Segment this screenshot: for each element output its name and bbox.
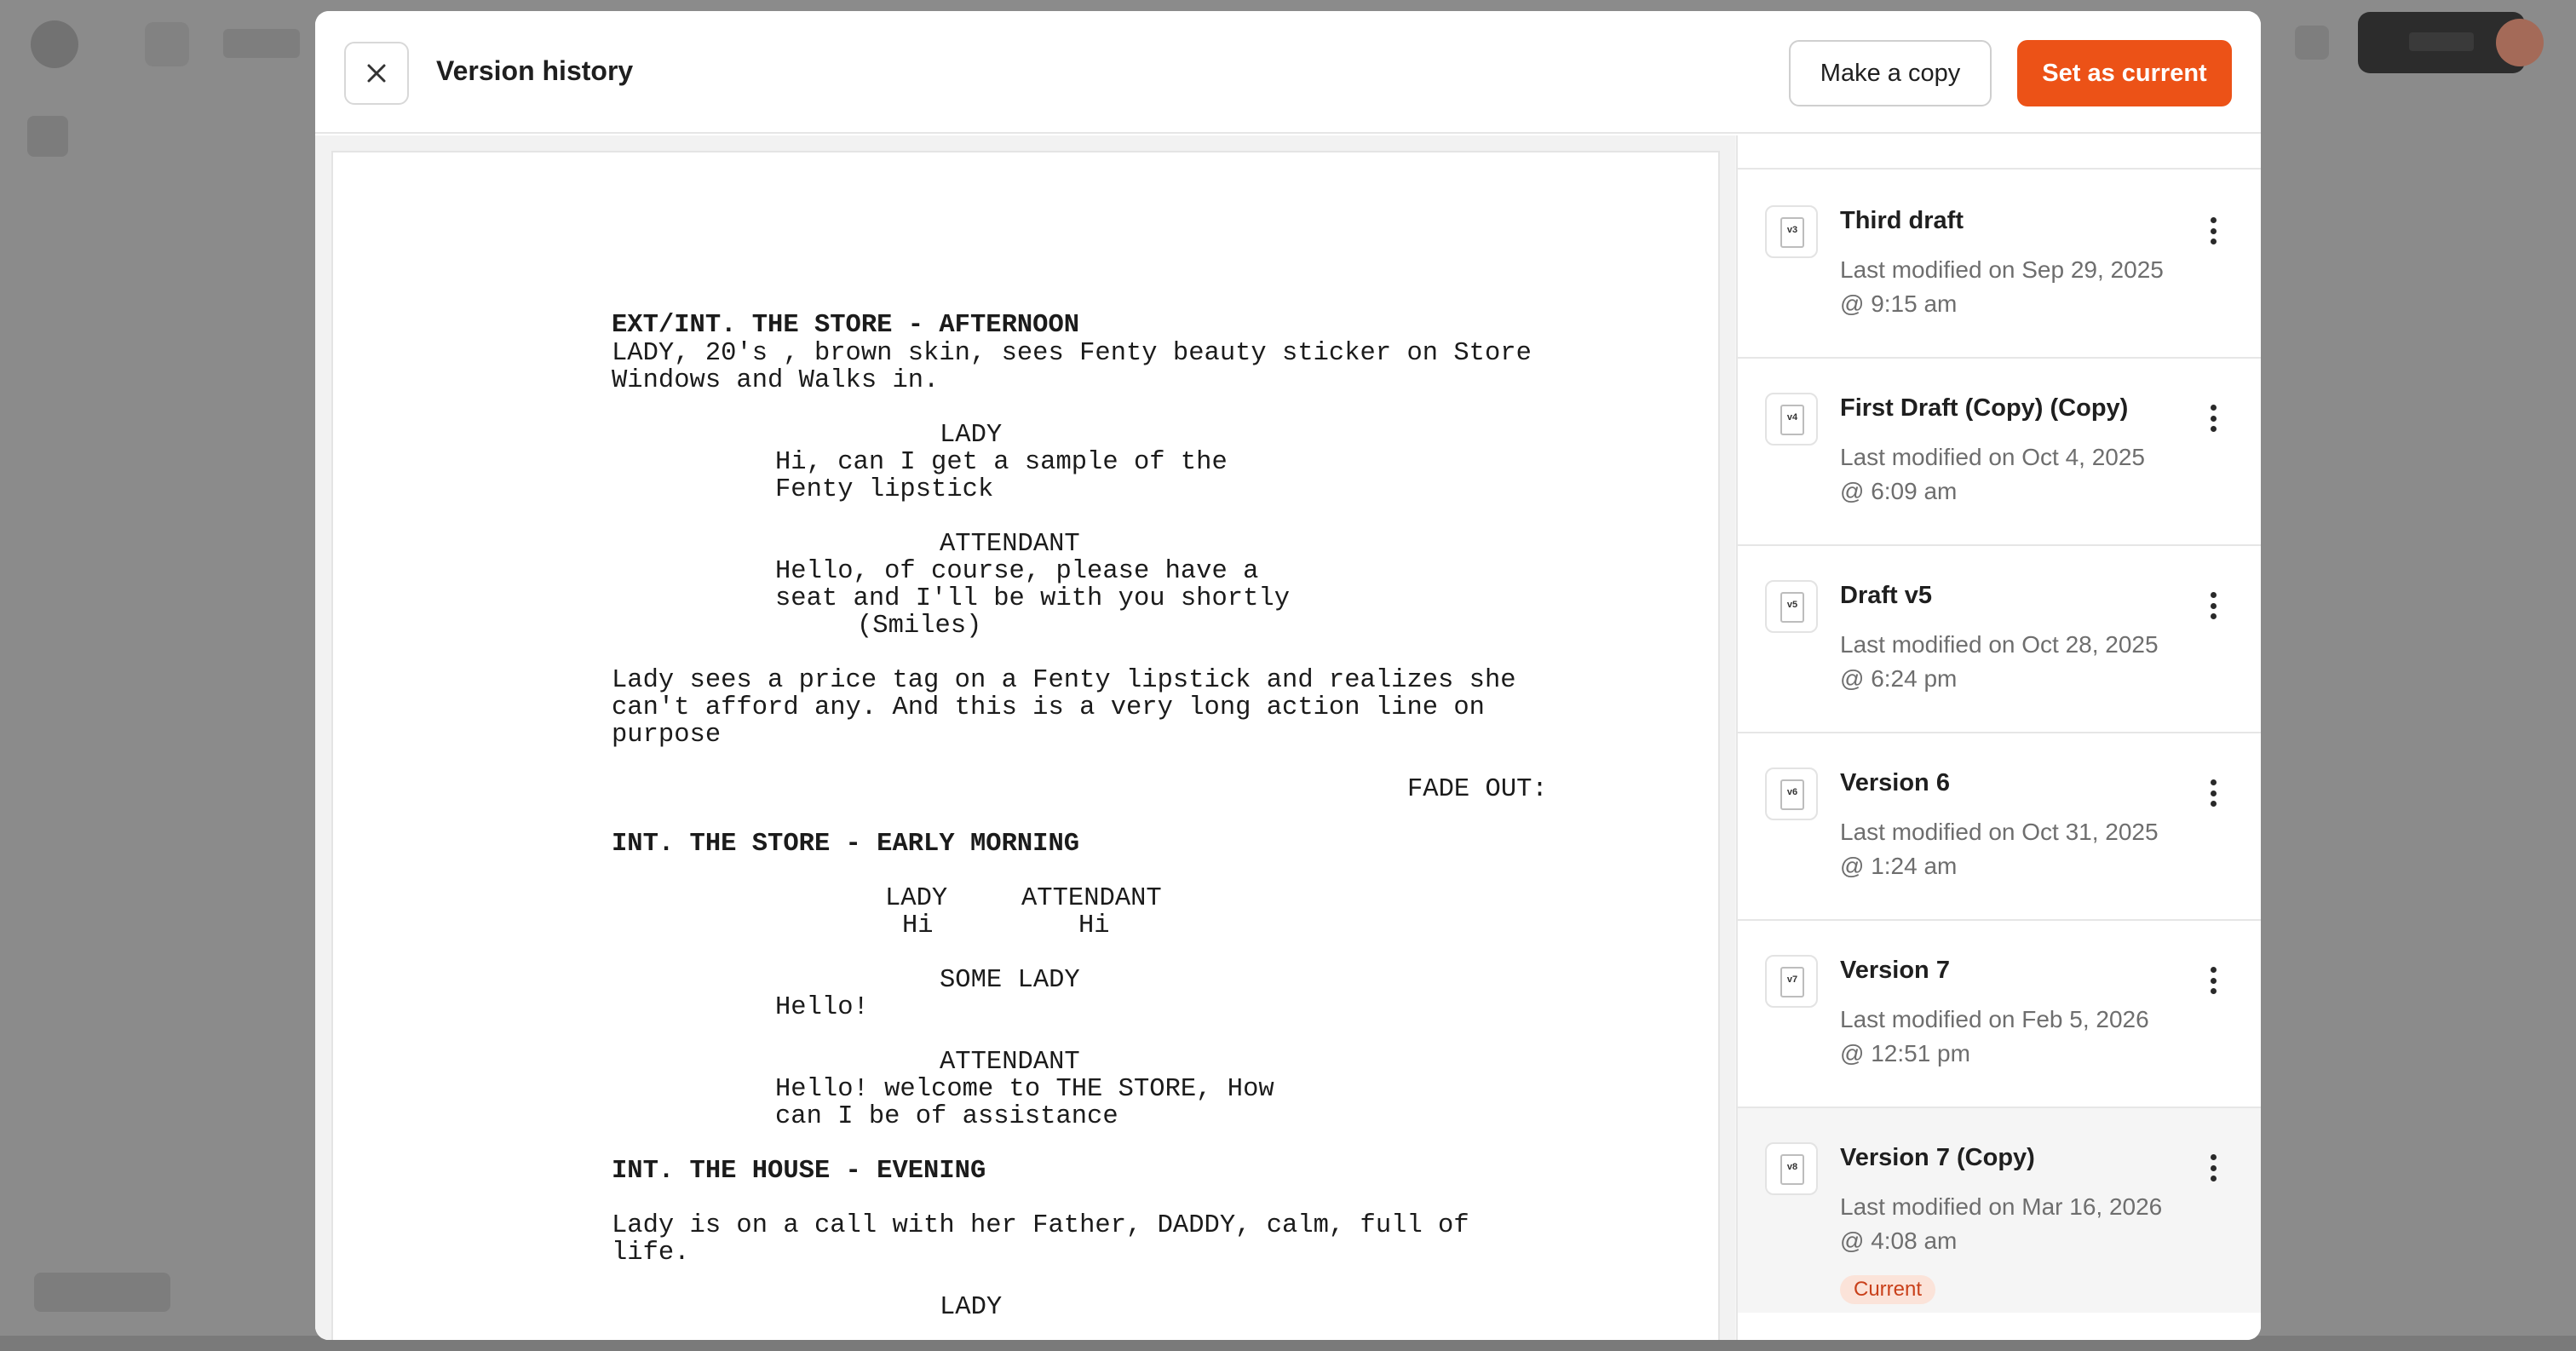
- dialogue-line: can I be of assistance: [775, 1102, 1118, 1131]
- dialogue-line: Fenty lipstick: [775, 475, 994, 504]
- version-name: Draft v5: [1840, 582, 1932, 609]
- character-name: LADY: [940, 1293, 1003, 1322]
- version-history-modal: Version history Make a copy Set as curre…: [315, 11, 2261, 1340]
- version-card-current[interactable]: v8 Version 7 (Copy) Last modified on Mar…: [1738, 1108, 2261, 1313]
- document-version-icon: v5: [1765, 580, 1818, 633]
- version-name: Third draft: [1840, 207, 1964, 234]
- app-title-placeholder: [223, 29, 300, 58]
- character-name: LADY: [940, 421, 1003, 450]
- dialogue-line: Hello! welcome to THE STORE, How: [775, 1075, 1274, 1104]
- scene-heading: INT. THE HOUSE - EVENING: [612, 1157, 986, 1186]
- more-options-icon[interactable]: [2198, 1151, 2228, 1185]
- dialogue-line: Hello!: [775, 993, 869, 1022]
- action-line: LADY, 20's , brown skin, sees Fenty beau…: [612, 339, 1532, 368]
- document-version-icon: v8: [1765, 1142, 1818, 1195]
- app-nav-button: [145, 22, 189, 66]
- character-name: ATTENDANT: [940, 530, 1080, 559]
- version-name: Version 7: [1840, 957, 1950, 984]
- version-date: Last modified on Mar 16, 2026 @ 4:08 am: [1840, 1193, 2163, 1254]
- character-name: SOME LADY: [940, 966, 1080, 995]
- document-version-icon: v7: [1765, 955, 1818, 1008]
- scene-heading: INT. THE STORE - EARLY MORNING: [612, 830, 1080, 859]
- action-line: Windows and Walks in.: [612, 366, 940, 395]
- version-card-partial[interactable]: [1738, 135, 2261, 170]
- set-as-current-button[interactable]: Set as current: [2017, 40, 2232, 106]
- more-options-icon[interactable]: [2198, 401, 2228, 435]
- document-version-icon: v6: [1765, 767, 1818, 820]
- app-sidebar-button: [27, 116, 68, 157]
- dialogue-line: Hi, can I get a sample of the: [775, 448, 1228, 477]
- version-card[interactable]: v7 Version 7 Last modified on Feb 5, 202…: [1738, 921, 2261, 1108]
- version-name: First Draft (Copy) (Copy): [1840, 394, 2129, 422]
- more-options-icon[interactable]: [2198, 776, 2228, 810]
- version-name: Version 7 (Copy): [1840, 1144, 2035, 1171]
- app-page-indicator: [34, 1273, 170, 1312]
- version-card[interactable]: v6 Version 6 Last modified on Oct 31, 20…: [1738, 733, 2261, 921]
- version-date: Last modified on Feb 5, 2026 @ 12:51 pm: [1840, 1006, 2149, 1066]
- screenplay-page: EXT/INT. THE STORE - AFTERNOON LADY, 20'…: [331, 151, 1720, 1340]
- character-name: LADY: [885, 884, 948, 913]
- version-date: Last modified on Oct 31, 2025 @ 1:24 am: [1840, 819, 2159, 879]
- make-copy-button[interactable]: Make a copy: [1789, 40, 1992, 106]
- app-toolbar-icon: [2295, 26, 2329, 60]
- document-version-icon: v3: [1765, 205, 1818, 258]
- character-name: ATTENDANT: [940, 1048, 1080, 1077]
- version-card[interactable]: v3 Third draft Last modified on Sep 29, …: [1738, 171, 2261, 359]
- action-line: purpose: [612, 721, 722, 750]
- action-line: Lady is on a call with her Father, DADDY…: [612, 1211, 1469, 1240]
- dialogue-line: Hello, of course, please have a: [775, 557, 1259, 586]
- avatar: [2496, 19, 2544, 66]
- version-card[interactable]: v5 Draft v5 Last modified on Oct 28, 202…: [1738, 546, 2261, 733]
- modal-title: Version history: [436, 55, 634, 86]
- version-card[interactable]: v4 First Draft (Copy) (Copy) Last modifi…: [1738, 359, 2261, 546]
- document-version-icon: v4: [1765, 393, 1818, 446]
- action-line: can't afford any. And this is a very lon…: [612, 693, 1485, 722]
- version-date: Last modified on Sep 29, 2025 @ 9:15 am: [1840, 256, 2164, 317]
- dialogue-line: Hi: [1078, 911, 1110, 940]
- dialogue-line: Hi: [902, 911, 934, 940]
- version-date: Last modified on Oct 28, 2025 @ 6:24 pm: [1840, 631, 2159, 692]
- transition: FADE OUT:: [1407, 775, 1548, 804]
- version-list[interactable]: v3 Third draft Last modified on Sep 29, …: [1736, 135, 2261, 1340]
- more-options-icon[interactable]: [2198, 214, 2228, 248]
- action-line: Lady sees a price tag on a Fenty lipstic…: [612, 666, 1516, 695]
- version-name: Version 6: [1840, 769, 1950, 796]
- version-date: Last modified on Oct 4, 2025 @ 6:09 am: [1840, 444, 2145, 504]
- close-icon: [367, 64, 386, 83]
- more-options-icon[interactable]: [2198, 589, 2228, 623]
- dialogue-line: seat and I'll be with you shortly: [775, 584, 1290, 613]
- scene-heading: EXT/INT. THE STORE - AFTERNOON: [612, 311, 1080, 340]
- character-name: ATTENDANT: [1021, 884, 1162, 913]
- app-logo: [31, 20, 78, 68]
- more-options-icon[interactable]: [2198, 963, 2228, 997]
- close-button[interactable]: [344, 42, 409, 105]
- action-line: life.: [612, 1239, 690, 1268]
- document-preview[interactable]: EXT/INT. THE STORE - AFTERNOON LADY, 20'…: [315, 135, 1735, 1340]
- current-badge: Current: [1840, 1275, 1936, 1304]
- parenthetical: (Smiles): [857, 612, 982, 641]
- modal-body: EXT/INT. THE STORE - AFTERNOON LADY, 20'…: [315, 135, 2261, 1340]
- modal-header: Version history Make a copy Set as curre…: [315, 11, 2261, 134]
